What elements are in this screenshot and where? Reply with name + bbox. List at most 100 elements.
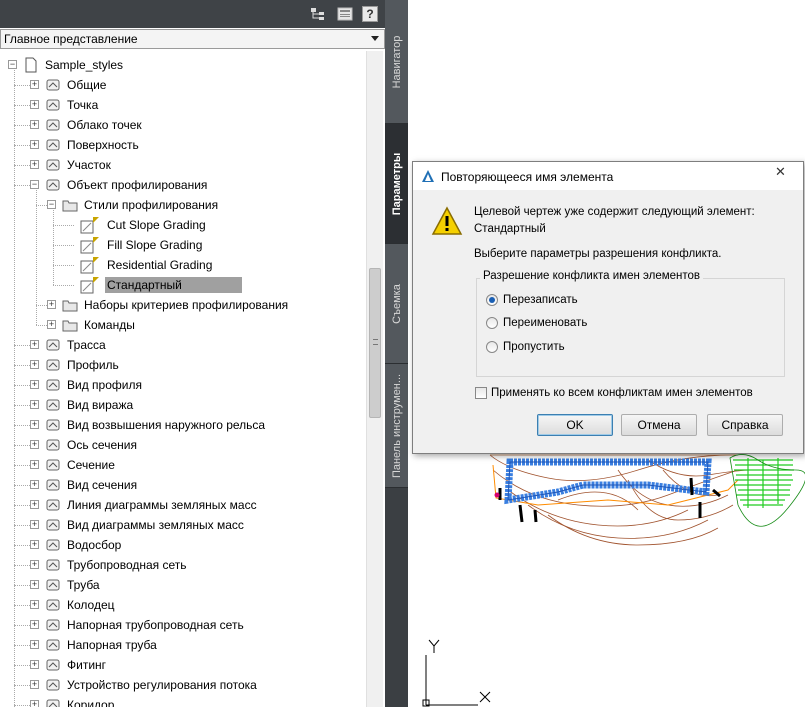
expand-icon[interactable]: + xyxy=(30,100,39,109)
hierarchy-icon[interactable] xyxy=(310,6,326,22)
expand-icon[interactable]: + xyxy=(30,620,39,629)
tree-item[interactable]: + Водосбор xyxy=(0,535,366,555)
expand-icon[interactable]: + xyxy=(30,140,39,149)
expand-icon[interactable]: + xyxy=(30,340,39,349)
radio-button[interactable] xyxy=(486,341,498,353)
expand-icon[interactable]: + xyxy=(47,320,56,329)
tab-survey[interactable]: Съемка xyxy=(385,244,408,364)
tree-item[interactable]: − Стили профилирования xyxy=(0,195,366,215)
tree-item[interactable]: − Объект профилирования xyxy=(0,175,366,195)
tree-item[interactable]: Cut Slope Grading xyxy=(0,215,366,235)
tree-item[interactable]: + Профиль xyxy=(0,355,366,375)
tree-item[interactable]: + Точка xyxy=(0,95,366,115)
expand-icon[interactable]: + xyxy=(30,120,39,129)
expand-icon[interactable]: + xyxy=(30,440,39,449)
expand-icon[interactable]: + xyxy=(30,640,39,649)
tree-item[interactable]: + Напорная трубопроводная сеть xyxy=(0,615,366,635)
tree-item[interactable]: + Ось сечения xyxy=(0,435,366,455)
radio-skip-label: Пропустить xyxy=(503,341,565,353)
dialog-titlebar[interactable]: Повторяющееся имя элемента ✕ xyxy=(413,162,803,190)
chevron-down-icon[interactable] xyxy=(371,36,379,41)
expand-icon[interactable]: + xyxy=(30,600,39,609)
help-icon[interactable]: ? xyxy=(362,6,378,22)
tree-item-label: Вид сечения xyxy=(67,478,138,492)
cancel-button[interactable]: Отмена xyxy=(621,414,697,436)
view-selector[interactable]: Главное представление xyxy=(0,29,385,49)
tree-item[interactable]: + Трасса xyxy=(0,335,366,355)
close-button[interactable]: ✕ xyxy=(758,162,803,182)
collapse-icon[interactable]: − xyxy=(30,180,39,189)
point-icon xyxy=(45,97,61,113)
scrollbar-thumb[interactable] xyxy=(369,268,381,418)
radio-button[interactable] xyxy=(486,317,498,329)
panel-settings-icon[interactable] xyxy=(337,6,353,22)
drawing-file-icon xyxy=(23,57,39,73)
tree-item[interactable]: + Общие xyxy=(0,75,366,95)
expand-icon[interactable]: + xyxy=(30,80,39,89)
tree-item[interactable]: + Наборы критериев профилирования xyxy=(0,295,366,315)
tree-item[interactable]: + Поверхность xyxy=(0,135,366,155)
tree-item[interactable]: + Участок xyxy=(0,155,366,175)
tree-item[interactable]: + Труба xyxy=(0,575,366,595)
expand-icon[interactable]: + xyxy=(30,160,39,169)
tree-item[interactable]: + Вид виража xyxy=(0,395,366,415)
apply-all-checkbox-row[interactable]: Применять ко всем конфликтам имен элемен… xyxy=(475,385,753,401)
expand-icon[interactable]: + xyxy=(30,580,39,589)
expand-icon[interactable]: + xyxy=(30,560,39,569)
tab-navigator[interactable]: Навигатор xyxy=(385,0,408,124)
expand-icon[interactable]: + xyxy=(30,420,39,429)
tree-item[interactable]: + Линия диаграммы земляных масс xyxy=(0,495,366,515)
collapse-icon[interactable]: − xyxy=(8,60,17,69)
expand-icon[interactable]: + xyxy=(30,380,39,389)
tree-item-label: Команды xyxy=(84,318,135,332)
expand-icon[interactable]: + xyxy=(30,680,39,689)
close-icon: ✕ xyxy=(775,164,786,179)
tab-parameters[interactable]: Параметры xyxy=(385,124,408,244)
tree-item[interactable]: Стандартный xyxy=(0,275,366,295)
expand-icon[interactable]: + xyxy=(30,400,39,409)
help-button[interactable]: Справка xyxy=(707,414,783,436)
tree-item[interactable]: + Устройство регулирования потока xyxy=(0,675,366,695)
apply-all-checkbox[interactable] xyxy=(475,387,487,399)
expand-icon[interactable]: + xyxy=(30,540,39,549)
tree-item[interactable]: Residential Grading xyxy=(0,255,366,275)
tree-item[interactable]: + Облако точек xyxy=(0,115,366,135)
appurtenance-icon xyxy=(45,677,61,693)
expand-icon[interactable]: + xyxy=(30,360,39,369)
tree-item[interactable]: + Сечение xyxy=(0,455,366,475)
collapse-icon[interactable]: − xyxy=(47,200,56,209)
dialog-title: Повторяющееся имя элемента xyxy=(441,170,614,184)
tree-item[interactable]: + Коридор xyxy=(0,695,366,707)
radio-button-selected[interactable] xyxy=(486,294,498,306)
expand-icon[interactable]: + xyxy=(30,500,39,509)
toolspace-panel: ? Главное представление − Sample_styles + О… xyxy=(0,0,385,707)
tree-item[interactable]: − Sample_styles xyxy=(0,55,366,75)
cancel-button-label: Отмена xyxy=(637,418,681,432)
expand-icon[interactable]: + xyxy=(30,460,39,469)
expand-icon[interactable]: + xyxy=(30,480,39,489)
radio-skip[interactable]: Пропустить xyxy=(486,339,565,355)
expand-icon[interactable]: + xyxy=(30,660,39,669)
expand-icon[interactable]: + xyxy=(47,300,56,309)
tree-item[interactable]: + Трубопроводная сеть xyxy=(0,555,366,575)
tree-item[interactable]: + Вид профиля xyxy=(0,375,366,395)
tree-item[interactable]: + Напорная труба xyxy=(0,635,366,655)
tree-item[interactable]: + Колодец xyxy=(0,595,366,615)
tree-item-label: Устройство регулирования потока xyxy=(67,678,257,692)
tree-item-label: Стандартный xyxy=(105,277,242,293)
tree-scrollbar[interactable] xyxy=(366,51,383,707)
tree-item[interactable]: + Команды xyxy=(0,315,366,335)
expand-icon[interactable]: + xyxy=(30,700,39,707)
ok-button[interactable]: OK xyxy=(537,414,613,436)
tree-item[interactable]: + Вид сечения xyxy=(0,475,366,495)
radio-rename[interactable]: Переименовать xyxy=(486,315,587,331)
expand-icon[interactable]: + xyxy=(30,520,39,529)
sample-line-icon xyxy=(45,437,61,453)
tree-item[interactable]: + Вид диаграммы земляных масс xyxy=(0,515,366,535)
tree-item[interactable]: Fill Slope Grading xyxy=(0,235,366,255)
tree-item[interactable]: + Фитинг xyxy=(0,655,366,675)
tree-item-label: Точка xyxy=(67,98,99,112)
tab-toolbox[interactable]: Панель инструмен... xyxy=(385,364,408,488)
tree-item[interactable]: + Вид возвышения наружного рельса xyxy=(0,415,366,435)
radio-overwrite[interactable]: Перезаписать xyxy=(486,292,578,308)
